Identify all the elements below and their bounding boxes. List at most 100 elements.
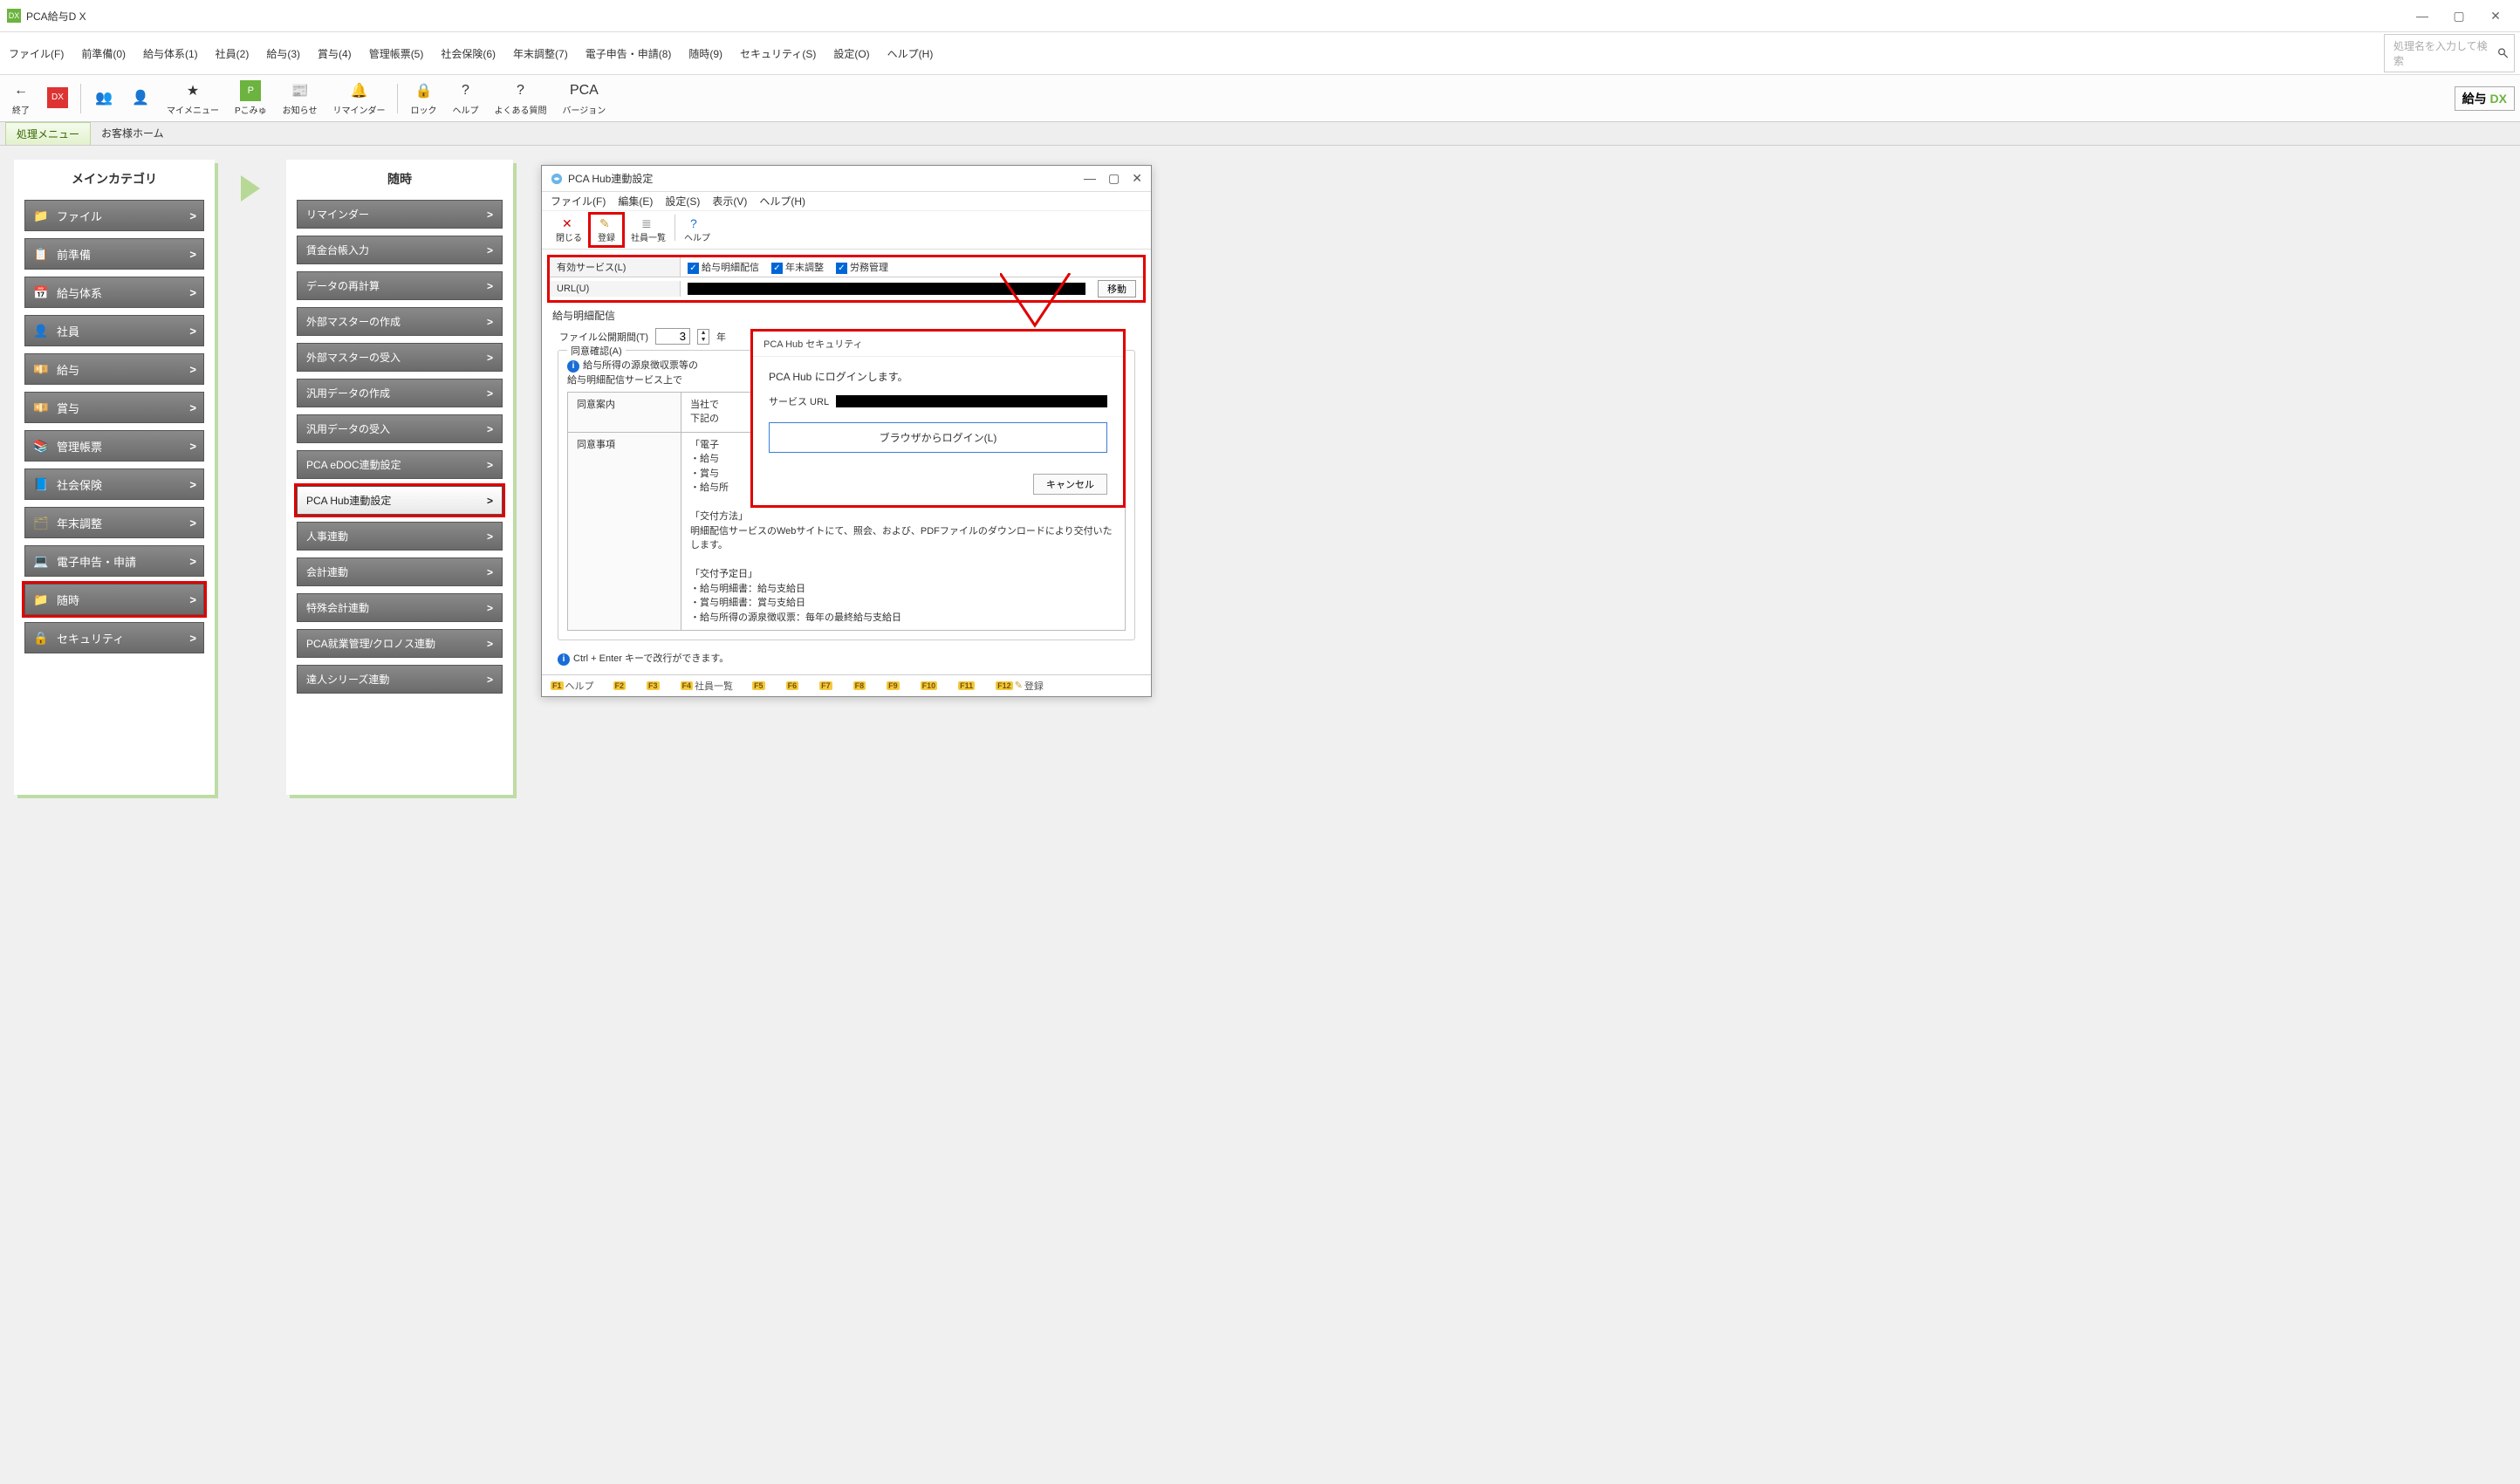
category-button[interactable]: 💻電子申告・申請>	[24, 545, 204, 577]
category-button[interactable]: 📚管理帳票>	[24, 430, 204, 462]
category-button[interactable]: 📅給与体系>	[24, 277, 204, 308]
dialog-toolbar-item[interactable]: ✎登録	[591, 215, 622, 245]
subcategory-button[interactable]: 人事連動>	[297, 522, 503, 551]
function-key[interactable]: F10	[921, 681, 940, 690]
dialog-menu-item[interactable]: 設定(S)	[665, 194, 700, 209]
category-button[interactable]: 📋前準備>	[24, 238, 204, 270]
category-button[interactable]: 📁ファイル>	[24, 200, 204, 231]
subcategory-button[interactable]: PCA Hub連動設定>	[297, 486, 503, 515]
menu-item[interactable]: 社会保険(6)	[437, 44, 499, 63]
tab-processing-menu[interactable]: 処理メニュー	[5, 122, 91, 145]
toolbar: ←終了DX 👥👤★マイメニューPPこみゅ📰お知らせ🔔リマインダー 🔒ロック?ヘルプ?…	[0, 75, 2520, 122]
toolbar-item[interactable]: PCAバージョン	[557, 79, 611, 118]
toolbar-item[interactable]: DX	[42, 85, 73, 112]
subcategory-button[interactable]: 汎用データの作成>	[297, 379, 503, 407]
subcategory-button[interactable]: 達人シリーズ連動>	[297, 665, 503, 694]
maximize-button[interactable]: ▢	[2441, 3, 2476, 28]
category-button[interactable]: 🔒セキュリティ>	[24, 622, 204, 653]
toolbar-item[interactable]: ?よくある質問	[489, 79, 551, 118]
menu-item[interactable]: 設定(O)	[830, 44, 873, 63]
menu-item[interactable]: 給与(3)	[263, 44, 304, 63]
toolbar-item[interactable]: 👤	[125, 85, 156, 112]
menu-item[interactable]: 管理帳票(5)	[366, 44, 428, 63]
function-key[interactable]: F1ヘルプ	[551, 679, 594, 693]
function-key[interactable]: F5	[752, 681, 767, 690]
dialog-maximize-button[interactable]: ▢	[1108, 171, 1120, 186]
search-input[interactable]: 処理名を入力して検索	[2384, 34, 2515, 72]
url-input[interactable]	[688, 283, 1085, 295]
browser-login-button[interactable]: ブラウザからログイン(L)	[769, 422, 1107, 453]
close-button[interactable]: ✕	[2478, 3, 2513, 28]
dialog-menu-item[interactable]: 編集(E)	[618, 194, 653, 209]
dialog-minimize-button[interactable]: ―	[1084, 171, 1096, 186]
dialog-toolbar-item[interactable]: ≣社員一覧	[624, 215, 673, 245]
toolbar-item[interactable]: ★マイメニュー	[161, 79, 224, 118]
cancel-button[interactable]: キャンセル	[1033, 474, 1107, 495]
toolbar-item[interactable]: ←終了	[5, 79, 37, 118]
function-key[interactable]: F4社員一覧	[681, 679, 734, 693]
category-icon: 📚	[32, 437, 50, 455]
category-button[interactable]: 💴賞与>	[24, 392, 204, 423]
menu-item[interactable]: 前準備(0)	[78, 44, 129, 63]
toolbar-item[interactable]: 📰お知らせ	[277, 79, 323, 118]
toolbar-item[interactable]: 🔒ロック	[405, 79, 442, 118]
chevron-right-icon: >	[189, 440, 196, 453]
dialog-toolbar-item[interactable]: ✕閉じる	[549, 215, 589, 245]
subcategory-button[interactable]: 外部マスターの受入>	[297, 343, 503, 372]
minimize-button[interactable]: ―	[2405, 3, 2440, 28]
function-key[interactable]: F7	[819, 681, 834, 690]
service-checkbox-yearend[interactable]: ✓年末調整	[771, 260, 824, 274]
tab-customer-home[interactable]: お客様ホーム	[91, 122, 175, 145]
subcategory-button[interactable]: 汎用データの受入>	[297, 414, 503, 443]
chevron-right-icon: >	[487, 566, 493, 578]
subcategory-button[interactable]: PCA就業管理/クロノス連動>	[297, 629, 503, 658]
dialog-menu-item[interactable]: ヘルプ(H)	[759, 194, 805, 209]
function-key[interactable]: F8	[853, 681, 868, 690]
category-button[interactable]: 📁随時>	[24, 584, 204, 615]
dialog-toolbar-item[interactable]: ?ヘルプ	[677, 215, 717, 245]
function-key[interactable]: F11	[958, 681, 976, 690]
function-key[interactable]: F6	[786, 681, 801, 690]
move-button[interactable]: 移動	[1098, 280, 1136, 297]
service-url-label: サービス URL	[769, 394, 829, 408]
dialog-close-button[interactable]: ✕	[1132, 171, 1142, 186]
period-spinner[interactable]: ▲▼	[697, 329, 709, 345]
toolbar-item[interactable]: PPこみゅ	[229, 79, 272, 118]
category-button[interactable]: 📘社会保険>	[24, 468, 204, 500]
subcategory-button[interactable]: 外部マスターの作成>	[297, 307, 503, 336]
subcategory-button[interactable]: 特殊会計連動>	[297, 593, 503, 622]
subcategory-button[interactable]: 会計連動>	[297, 557, 503, 586]
chevron-right-icon: >	[487, 280, 493, 292]
menu-item[interactable]: 随時(9)	[685, 44, 726, 63]
menu-item[interactable]: 賞与(4)	[314, 44, 355, 63]
toolbar-item[interactable]: 👥	[88, 85, 120, 112]
toolbar-item[interactable]: ?ヘルプ	[447, 79, 483, 118]
subcategory-label: データの再計算	[306, 278, 380, 293]
subcategory-button[interactable]: データの再計算 >	[297, 271, 503, 300]
menu-item[interactable]: 給与体系(1)	[140, 44, 202, 63]
subcategory-button[interactable]: 賃金台帳入力>	[297, 236, 503, 264]
menu-item[interactable]: ヘルプ(H)	[884, 44, 937, 63]
toolbar-item[interactable]: 🔔リマインダー	[327, 79, 390, 118]
toolbar-label: ヘルプ	[452, 103, 478, 116]
menu-item[interactable]: 社員(2)	[212, 44, 253, 63]
category-button[interactable]: 👤社員>	[24, 315, 204, 346]
category-button[interactable]: 🗂年末調整>	[24, 507, 204, 538]
dialog-menu-item[interactable]: 表示(V)	[712, 194, 747, 209]
category-button[interactable]: 💴給与>	[24, 353, 204, 385]
service-checkbox-labor[interactable]: ✓労務管理	[836, 260, 888, 274]
dialog-menu-item[interactable]: ファイル(F)	[551, 194, 606, 209]
chevron-right-icon: >	[487, 387, 493, 400]
service-checkbox-payslip[interactable]: ✓給与明細配信	[688, 260, 759, 274]
period-input[interactable]	[655, 328, 690, 345]
subcategory-button[interactable]: PCA eDOC連動設定>	[297, 450, 503, 479]
subcategory-button[interactable]: リマインダー>	[297, 200, 503, 229]
function-key[interactable]: F2	[613, 681, 628, 690]
menu-item[interactable]: 年末調整(7)	[510, 44, 572, 63]
menu-item[interactable]: セキュリティ(S)	[736, 44, 819, 63]
menu-item[interactable]: ファイル(F)	[5, 44, 67, 63]
menu-item[interactable]: 電子申告・申請(8)	[582, 44, 675, 63]
function-key[interactable]: F3	[647, 681, 661, 690]
function-key[interactable]: F12✎登録	[996, 679, 1044, 693]
function-key[interactable]: F9	[887, 681, 901, 690]
